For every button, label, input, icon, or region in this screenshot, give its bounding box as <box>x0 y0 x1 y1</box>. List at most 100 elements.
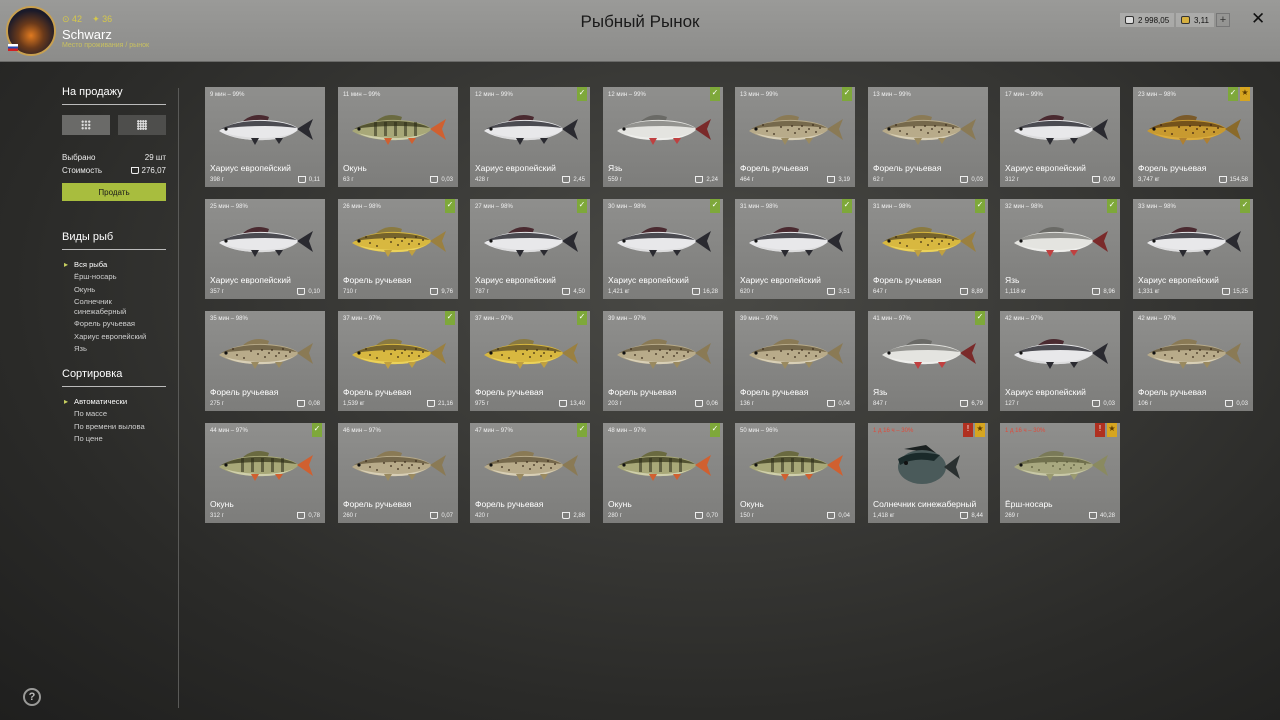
species-item[interactable]: Вся рыба <box>62 260 166 271</box>
fish-card[interactable]: 9 мин – 99% Хариус европейский 398 г 0,11 <box>205 87 325 187</box>
fish-card[interactable]: 27 мин – 98% ✓ Хариус европейский 787 г 4,50 <box>470 199 590 299</box>
fish-price: 2,24 <box>695 176 718 183</box>
add-currency-button[interactable]: + <box>1216 13 1230 27</box>
fish-card[interactable]: 46 мин – 97% Форель ручьевая 260 г 0,07 <box>338 423 458 523</box>
species-item[interactable]: Окунь <box>62 285 166 294</box>
check-icon: ✓ <box>312 423 322 437</box>
fish-name: Окунь <box>608 499 632 510</box>
check-icon: ✓ <box>975 311 985 325</box>
coin-icon <box>430 512 439 519</box>
fish-card[interactable]: 23 мин – 98% ✓ ★ Форель ручьевая 3,747 кг 154… <box>1133 87 1253 187</box>
fish-card[interactable]: 47 мин – 97% ✓ Форель ручьевая 420 г 2,88 <box>470 423 590 523</box>
fish-price: 0,03 <box>1092 400 1115 407</box>
catch-time: 13 мин – 99% <box>740 92 778 98</box>
species-item[interactable]: Форель ручьевая <box>62 319 166 328</box>
badge-group: ! ★ <box>1095 423 1117 437</box>
silver-balance: 2 998,05 <box>1120 13 1175 27</box>
fish-card[interactable]: 13 мин – 99% Форель ручьевая 62 г 0,03 <box>868 87 988 187</box>
sort-item[interactable]: По цене <box>62 434 166 443</box>
fish-card[interactable]: 44 мин – 97% ✓ Окунь 312 г 0,78 <box>205 423 325 523</box>
fish-weight: 975 г <box>475 401 489 407</box>
fish-image <box>484 227 578 257</box>
fish-card[interactable]: 17 мин – 99% Хариус европейский 312 г 0,09 <box>1000 87 1120 187</box>
fish-image <box>882 115 976 145</box>
price-value: 2,88 <box>573 512 585 519</box>
fish-card[interactable]: 50 мин – 96% Окунь 150 г 0,04 <box>735 423 855 523</box>
fish-card[interactable]: 12 мин – 99% ✓ Хариус европейский 428 г 2,45 <box>470 87 590 187</box>
fish-image <box>219 227 313 257</box>
top-bar: ⊙ 42 ✦ 36 Schwarz Место проживания / рын… <box>0 0 1280 62</box>
badge-group: ✓ <box>710 87 720 101</box>
coin-icon <box>562 512 571 519</box>
fish-weight: 428 г <box>475 177 489 183</box>
fish-card[interactable]: 42 мин – 97% Форель ручьевая 106 г 0,03 <box>1133 311 1253 411</box>
large-grid-view-button[interactable] <box>62 115 110 135</box>
fish-card[interactable]: 37 мин – 97% ✓ Форель ручьевая 1,539 кг 21,1… <box>338 311 458 411</box>
help-icon[interactable]: ? <box>23 688 41 706</box>
coin-icon <box>297 400 306 407</box>
price-value: 0,09 <box>1103 176 1115 183</box>
fish-card[interactable]: 35 мин – 98% Форель ручьевая 275 г 0,08 <box>205 311 325 411</box>
fish-image <box>749 227 843 257</box>
fish-price: 6,79 <box>960 400 983 407</box>
fish-card[interactable]: 31 мин – 98% ✓ Хариус европейский 620 г 3,51 <box>735 199 855 299</box>
fish-card[interactable]: 31 мин – 98% ✓ Форель ручьевая 647 г 8,89 <box>868 199 988 299</box>
fish-weight: 357 г <box>210 289 224 295</box>
price-value: 3,19 <box>838 176 850 183</box>
fish-weight: 3,747 кг <box>1138 177 1160 183</box>
sort-item[interactable]: По времени вылова <box>62 422 166 431</box>
price-value: 8,89 <box>971 288 983 295</box>
fish-card[interactable]: 12 мин – 99% ✓ Язь 559 г 2,24 <box>603 87 723 187</box>
fish-card[interactable]: 32 мин – 98% ✓ Язь 1,118 кг 8,96 <box>1000 199 1120 299</box>
check-icon: ✓ <box>577 423 587 437</box>
fish-card[interactable]: 30 мин – 98% ✓ Хариус европейский 1,421 кг 1… <box>603 199 723 299</box>
coin-icon <box>695 512 704 519</box>
small-grid-view-button[interactable] <box>118 115 166 135</box>
close-icon[interactable]: ✕ <box>1251 9 1265 29</box>
fish-card[interactable]: 41 мин – 97% ✓ Язь 847 г 6,79 <box>868 311 988 411</box>
fish-card[interactable]: 48 мин – 97% ✓ Окунь 280 г 0,70 <box>603 423 723 523</box>
fish-card[interactable]: 37 мин – 97% ✓ Форель ручьевая 975 г 13,40 <box>470 311 590 411</box>
price-value: 40,28 <box>1099 512 1115 519</box>
fish-card[interactable]: 39 мин – 97% Форель ручьевая 136 г 0,04 <box>735 311 855 411</box>
fish-card[interactable]: 1 д 16 ч – 30%! ★ Ёрш-носарь 269 г 40,28 <box>1000 423 1120 523</box>
sort-item[interactable]: Автоматически <box>62 397 166 408</box>
player-location: Место проживания / рынок <box>62 42 150 49</box>
fish-weight: 260 г <box>343 513 357 519</box>
sort-item[interactable]: По массе <box>62 409 166 418</box>
fish-name: Окунь <box>740 499 764 510</box>
price-value: 8,44 <box>971 512 983 519</box>
fish-weight: 559 г <box>608 177 622 183</box>
price-value: 0,06 <box>706 400 718 407</box>
badge-group: ! ★ <box>963 423 985 437</box>
fish-card[interactable]: 25 мин – 98% Хариус европейский 357 г 0,10 <box>205 199 325 299</box>
fish-weight: 275 г <box>210 401 224 407</box>
catch-time: 17 мин – 99% <box>1005 92 1043 98</box>
fish-card[interactable]: 33 мин – 98% ✓ Хариус европейский 1,331 кг 1… <box>1133 199 1253 299</box>
fish-card[interactable]: 1 д 16 ч – 30%! ★ Солнечник синежаберный 1,… <box>868 423 988 523</box>
species-item[interactable]: Ёрш-носарь <box>62 272 166 281</box>
fish-image <box>352 451 446 481</box>
fish-card[interactable]: 42 мин – 97% Хариус европейский 127 г 0,03 <box>1000 311 1120 411</box>
catch-time: 23 мин – 98% <box>1138 92 1176 98</box>
fish-card[interactable]: 13 мин – 99% ✓ Форель ручьевая 464 г 3,19 <box>735 87 855 187</box>
price-value: 0,04 <box>838 512 850 519</box>
fish-card[interactable]: 26 мин – 98% ✓ Форель ручьевая 710 г 9,76 <box>338 199 458 299</box>
fish-name: Хариус европейский <box>740 275 821 286</box>
species-item[interactable]: Солнечник синежаберный <box>62 297 166 316</box>
species-list: Вся рыбаЁрш-носарь Окунь Солнечник синежаб… <box>62 260 166 354</box>
catch-time: 12 мин – 99% <box>608 92 646 98</box>
fish-weight: 647 г <box>873 289 887 295</box>
price-value: 0,10 <box>308 288 320 295</box>
catch-time: 31 мин – 98% <box>873 204 911 210</box>
species-item[interactable]: Язь <box>62 344 166 353</box>
check-icon: ✓ <box>975 199 985 213</box>
species-item[interactable]: Хариус европейский <box>62 332 166 341</box>
sell-button[interactable]: Продать <box>62 183 166 201</box>
fish-price: 0,04 <box>827 400 850 407</box>
gold-balance: 3,11 <box>1176 13 1214 27</box>
fish-card[interactable]: 11 мин – 99% Окунь 63 г 0,03 <box>338 87 458 187</box>
fish-price: 8,96 <box>1092 288 1115 295</box>
fish-card[interactable]: 39 мин – 97% Форель ручьевая 203 г 0,06 <box>603 311 723 411</box>
fish-price: 21,16 <box>426 400 453 407</box>
